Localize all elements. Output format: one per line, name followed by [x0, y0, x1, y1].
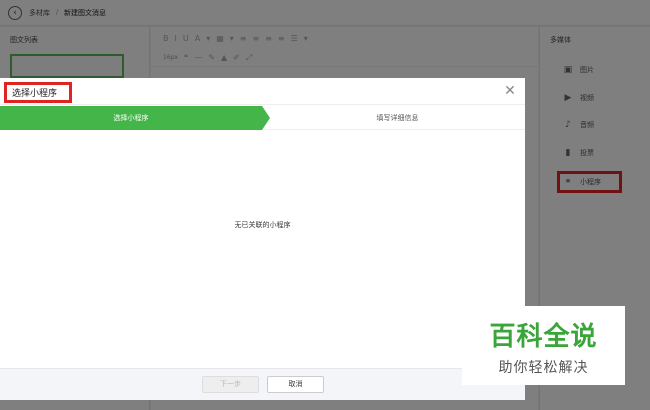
- dialog-footer: 下一步 取消: [0, 368, 525, 400]
- next-step-button[interactable]: 下一步: [202, 376, 259, 393]
- watermark-subtitle: 助你轻松解决: [498, 360, 589, 376]
- cancel-button[interactable]: 取消: [267, 376, 324, 393]
- watermark-logo: 百科全说 助你轻松解决: [462, 306, 625, 385]
- watermark-title: 百科全说: [489, 322, 598, 352]
- title-highlight-box: [4, 82, 72, 103]
- step-indicator: 选择小程序 填写详细信息: [0, 106, 525, 130]
- dialog-header: 选择小程序 ✕: [0, 78, 525, 105]
- empty-state-message: 无已关联的小程序: [234, 221, 291, 229]
- step-fill-details: 填写详细信息: [376, 114, 419, 122]
- step-select-mini-program: 选择小程序: [113, 114, 149, 122]
- select-mini-program-dialog: 选择小程序 ✕ 选择小程序 填写详细信息 无已关联的小程序 下一步 取消: [0, 78, 525, 400]
- close-icon[interactable]: ✕: [502, 83, 518, 99]
